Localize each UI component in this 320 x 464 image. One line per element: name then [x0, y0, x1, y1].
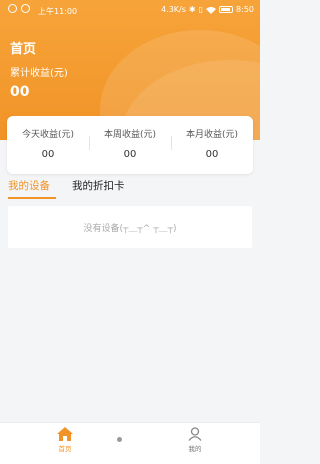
- earnings-stats-card: 今天收益(元) 00 本周收益(元) 00 本月收益(元) 00: [7, 116, 253, 174]
- cumulative-earnings-label: 累计收益(元): [10, 68, 68, 79]
- empty-state-text: 没有设备(┬＿┬^ ┬＿┬): [83, 223, 177, 234]
- tab-my-discount-cards[interactable]: 我的折扣卡: [72, 178, 125, 193]
- status-bar: 上午11:00 4.3K/s ✱ ▯ 8:50: [0, 0, 260, 22]
- stat-label: 本月收益(元): [185, 130, 239, 140]
- stat-label: 本周收益(元): [103, 130, 157, 140]
- notification-icon: [21, 4, 30, 13]
- battery-icon: [219, 6, 234, 13]
- wifi-icon: [206, 6, 217, 14]
- vibrate-icon: ▯: [198, 5, 204, 14]
- status-clock: 8:50: [236, 5, 254, 14]
- nav-home-label: 首页: [58, 445, 72, 453]
- stat-value: 00: [123, 149, 137, 160]
- tab-my-devices[interactable]: 我的设备: [8, 178, 50, 193]
- notification-icon: [8, 4, 17, 13]
- system-home-indicator[interactable]: [117, 437, 122, 442]
- stat-label: 今天收益(元): [21, 130, 75, 140]
- status-notification-icons: [8, 4, 30, 13]
- empty-devices-box: 没有设备(┬＿┬^ ┬＿┬): [8, 206, 252, 248]
- page-title: 首页: [10, 42, 37, 57]
- stat-month: 本月收益(元) 00: [171, 116, 253, 174]
- network-speed: 4.3K/s: [161, 5, 186, 14]
- stat-value: 00: [205, 149, 219, 160]
- tab-bar: 我的设备 我的折扣卡: [0, 176, 260, 200]
- status-right-icons: 4.3K/s ✱ ▯ 8:50: [161, 5, 254, 14]
- active-tab-indicator: [8, 197, 56, 199]
- cumulative-earnings-value: 00: [10, 84, 30, 100]
- home-icon: [57, 427, 73, 441]
- bottom-nav: 首页 我的: [0, 422, 260, 464]
- nav-home[interactable]: 首页: [45, 427, 85, 453]
- stat-week: 本周收益(元) 00: [89, 116, 171, 174]
- nav-mine-label: 我的: [188, 445, 202, 453]
- stat-value: 00: [41, 149, 55, 160]
- nav-mine[interactable]: 我的: [175, 427, 215, 453]
- stat-today: 今天收益(元) 00: [7, 116, 89, 174]
- profile-icon: [188, 427, 202, 441]
- bluetooth-icon: ✱: [188, 5, 196, 14]
- status-time: 上午11:00: [38, 7, 78, 16]
